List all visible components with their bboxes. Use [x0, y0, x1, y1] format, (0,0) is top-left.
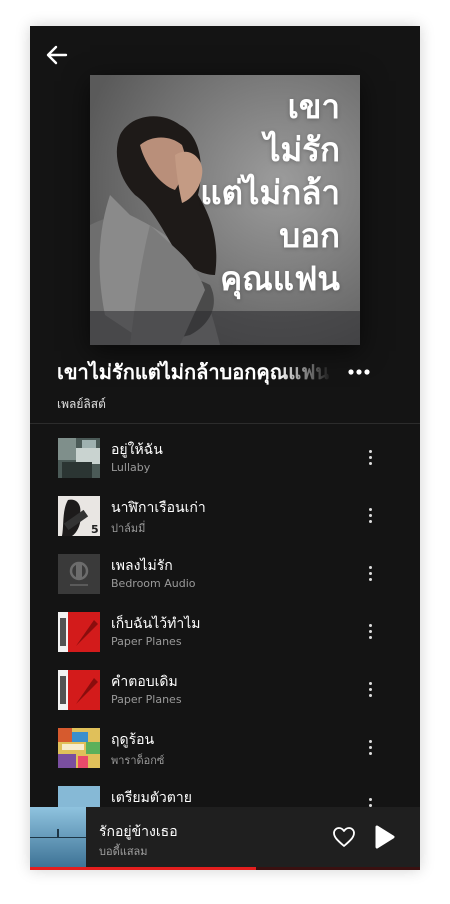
heart-outline-icon: [333, 827, 355, 847]
cover-text: เขา ไม่รัก แต่ไม่กล้า บอก คุณแฟน: [200, 85, 340, 300]
track-row[interactable]: 5 นาฬิกาเรือนเก่า ปาล์มมี่: [30, 494, 420, 544]
album-art: [58, 554, 100, 594]
track-row[interactable]: เก็บฉันไว้ทำไม Paper Planes: [30, 610, 420, 660]
track-title: คำตอบเดิม: [111, 674, 178, 690]
now-playing-title: รักอยู่ข้างเธอ: [99, 824, 178, 840]
app-screen: เขา ไม่รัก แต่ไม่กล้า บอก คุณแฟน เขาไม่ร…: [30, 26, 420, 870]
track-row[interactable]: อยู่ให้ฉัน Lullaby: [30, 436, 420, 486]
cover-line: คุณแฟน: [220, 259, 340, 298]
album-art: [58, 728, 100, 768]
track-artist: ปาล์มมี่: [111, 522, 146, 535]
svg-text:5: 5: [91, 523, 99, 536]
track-row[interactable]: คำตอบเดิม Paper Planes: [30, 668, 420, 718]
track-row[interactable]: เพลงไม่รัก Bedroom Audio: [30, 552, 420, 602]
track-row[interactable]: ฤดูร้อน พาราด็อกซ์: [30, 726, 420, 776]
more-options-button[interactable]: [345, 360, 377, 384]
track-artist: Lullaby: [111, 461, 151, 474]
track-artist: พาราด็อกซ์: [111, 754, 165, 767]
album-art: [58, 438, 100, 478]
mini-player[interactable]: รักอยู่ข้างเธอ บอดี้แสลม: [30, 807, 420, 870]
track-title: เตรียมตัวตาย: [111, 790, 192, 806]
track-menu-button[interactable]: [363, 737, 377, 761]
track-title: นาฬิกาเรือนเก่า: [111, 500, 206, 516]
track-title: ฤดูร้อน: [111, 732, 155, 748]
now-playing-artist: บอดี้แสลม: [99, 845, 148, 858]
divider: [30, 423, 420, 424]
more-horizontal-icon: [348, 369, 370, 375]
playlist-type: เพลย์ลิสต์: [57, 397, 106, 411]
track-artist: Bedroom Audio: [111, 577, 196, 590]
cover-line: ไม่รัก: [263, 130, 340, 169]
track-artist: Paper Planes: [111, 635, 182, 648]
playlist-cover: เขา ไม่รัก แต่ไม่กล้า บอก คุณแฟน: [90, 75, 360, 345]
track-title: เพลงไม่รัก: [111, 558, 173, 574]
cover-line: เขา: [287, 87, 340, 126]
album-art: [58, 612, 100, 652]
album-art: [58, 670, 100, 710]
playback-progress-bar[interactable]: [30, 867, 420, 870]
play-button[interactable]: [374, 824, 396, 850]
track-menu-button[interactable]: [363, 505, 377, 529]
track-menu-button[interactable]: [363, 679, 377, 703]
cover-line: บอก: [279, 216, 340, 255]
playlist-title: เขาไม่รักแต่ไม่กล้าบอกคุณแฟน: [57, 360, 330, 384]
arrow-left-icon: [46, 45, 68, 65]
playback-progress-fill: [30, 867, 257, 870]
play-icon: [375, 825, 395, 849]
back-button[interactable]: [44, 44, 70, 66]
track-menu-button[interactable]: [363, 563, 377, 587]
cover-line: แต่ไม่กล้า: [200, 173, 340, 212]
track-artist: Paper Planes: [111, 693, 182, 706]
track-menu-button[interactable]: [363, 447, 377, 471]
track-menu-button[interactable]: [363, 621, 377, 645]
now-playing-art: [30, 807, 86, 867]
album-art: 5: [58, 496, 100, 536]
track-title: อยู่ให้ฉัน: [111, 442, 163, 458]
like-button[interactable]: [332, 826, 356, 848]
track-title: เก็บฉันไว้ทำไม: [111, 616, 201, 632]
playlist-header: เขาไม่รักแต่ไม่กล้าบอกคุณแฟน: [57, 356, 407, 388]
